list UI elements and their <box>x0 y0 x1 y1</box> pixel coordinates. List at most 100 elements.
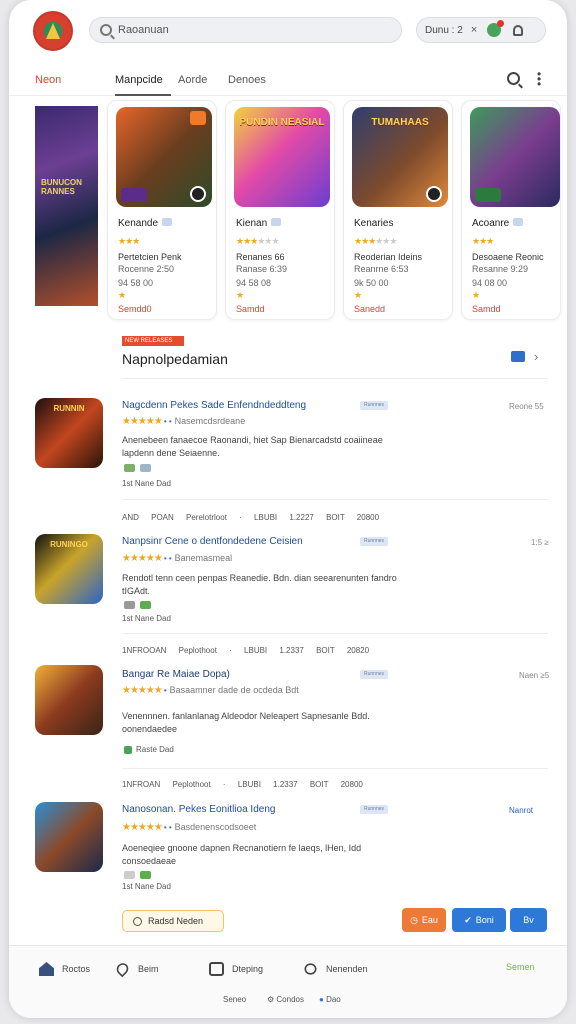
item-stars: ★★★★★ • • Nasemcdsrdeane <box>122 416 246 427</box>
item-right-label: Naen ≥5 <box>519 671 550 680</box>
nav-label: Roctos <box>62 964 91 974</box>
item-title[interactable]: Nanosonan. Pekes Eonitlioa Ideng <box>122 804 275 815</box>
avatar[interactable] <box>487 20 505 37</box>
more-icon[interactable]: • • • <box>537 68 541 90</box>
card-stars: ★★★★★★ <box>236 236 279 246</box>
card-line: 94 58 00 <box>118 278 154 288</box>
tab-aorde[interactable]: Aorde <box>178 74 207 86</box>
dot-icon: ● <box>319 995 327 1004</box>
card-star: ★ <box>472 290 481 300</box>
nav-favorites[interactable]: Beim <box>114 960 159 978</box>
game-card[interactable]: Kenande ★★★ Pertetcien Penk Rocenne 2:50… <box>107 100 217 320</box>
search-icon[interactable] <box>507 72 520 85</box>
item-stats: AND POAN Perelotrloot · LBUBI 1.2227 BOI… <box>122 513 380 522</box>
game-art <box>470 107 560 207</box>
nav-shop[interactable]: Dteping <box>209 962 263 976</box>
item-title[interactable]: Bangar Re Maiae Dopa) <box>122 669 230 680</box>
game-thumbnail[interactable] <box>35 665 103 735</box>
nav-label: Dteping <box>232 964 264 974</box>
art-title: PUNDIN NEASIAL <box>239 117 325 128</box>
game-art: TUMAHAAS <box>352 107 448 207</box>
home-icon <box>39 962 54 976</box>
tab-manpcide[interactable]: Manpcide <box>115 74 163 86</box>
item-icons <box>124 871 151 879</box>
card-stars: ★★★ <box>472 236 494 246</box>
card-line: Desoaene Reonic <box>472 252 544 262</box>
search-input[interactable] <box>118 24 378 36</box>
platform-icon <box>124 746 132 754</box>
blue-action-button[interactable]: ✔ Boni <box>452 908 506 932</box>
nav-home[interactable]: Roctos <box>39 962 90 976</box>
nav-label: Nenenden <box>326 964 368 974</box>
user-pill[interactable]: Dunu : 2 × <box>416 17 546 43</box>
item-meta: 1st Nane Dad <box>122 614 171 623</box>
footer-link[interactable]: Seneo <box>223 995 246 1004</box>
art-title: TUMAHAAS <box>371 117 429 128</box>
thumb-title: RUNNIN <box>53 404 85 413</box>
card-stars: ★★★ <box>118 236 140 246</box>
brand-tab[interactable]: Neon <box>35 74 61 86</box>
platform-icon <box>140 871 151 879</box>
app-logo[interactable] <box>33 11 73 51</box>
nav-label: Beim <box>138 964 159 974</box>
item-chip: Runnnes <box>360 401 388 410</box>
item-chip: Runnnes <box>360 670 388 679</box>
app-window: Dunu : 2 × Neon Manpcide Aorde Denoes ••… <box>9 0 567 1018</box>
footer-link[interactable]: ⚙ Condos <box>267 995 304 1004</box>
game-thumbnail[interactable]: RUNINGO <box>35 534 103 604</box>
card-price[interactable]: Samdd <box>236 304 265 314</box>
gear-icon: ⚙ <box>267 995 277 1004</box>
game-card[interactable]: Acoanre ★★★ Desoaene Reonic Resanne 9:29… <box>461 100 561 320</box>
read-more-button[interactable]: Radsd Neden <box>122 910 224 932</box>
card-line: Reoderian Ideins <box>354 252 423 262</box>
divider <box>122 633 548 634</box>
card-name: Kenaries <box>354 218 394 229</box>
platform-icon <box>140 601 151 609</box>
item-icons <box>124 746 132 754</box>
blue-secondary-button[interactable]: Bv <box>510 908 547 932</box>
game-thumbnail[interactable]: RUNNIN <box>35 398 103 468</box>
card-price[interactable]: Samdd <box>472 304 501 314</box>
nav-green-link[interactable]: Semen <box>506 962 535 972</box>
item-description: Anenebeen fanaecoe Raonandi, hiet Sap Bi… <box>122 435 383 458</box>
item-title[interactable]: Nagcdenn Pekes Sade Enfendndeddteng <box>122 400 306 411</box>
card-stars: ★★★★★★ <box>354 236 397 246</box>
game-thumbnail[interactable] <box>35 802 103 872</box>
item-chip: Runnnes <box>360 537 388 546</box>
bell-icon[interactable] <box>513 24 524 36</box>
item-title[interactable]: Nanpsinr Cene o dentfondedene Ceisien <box>122 536 303 547</box>
orange-action-button[interactable]: ◷ Eau <box>402 908 446 932</box>
item-stats: 1NFROAN Peplothoot · LBUBI 1.2337 BOIT 2… <box>122 780 363 789</box>
folder-icon[interactable] <box>511 351 525 362</box>
rating-icon <box>190 186 206 202</box>
item-stars: ★★★★★ • • Basdenenscodsoeet <box>122 822 257 833</box>
top-bar: Dunu : 2 × <box>9 0 567 62</box>
badge-icon <box>190 111 206 125</box>
tab-denoes[interactable]: Denoes <box>228 74 266 86</box>
button-label: Eau <box>421 915 438 925</box>
divider <box>122 378 548 379</box>
card-price[interactable]: Semdd0 <box>118 304 152 314</box>
platform-icon <box>124 601 135 609</box>
search-bar[interactable] <box>89 17 402 43</box>
card-line: 94 58 08 <box>236 278 272 288</box>
footer-link[interactable]: ● Dao <box>319 995 341 1004</box>
card-name: Kienan <box>236 218 282 229</box>
card-price[interactable]: Sanedd <box>354 304 385 314</box>
card-star: ★ <box>354 290 363 300</box>
close-icon[interactable]: × <box>471 24 477 36</box>
card-line: 9k 50 00 <box>354 278 389 288</box>
card-line: Rocenne 2:50 <box>118 264 175 274</box>
button-label: Boni <box>475 915 494 925</box>
chevron-right-icon[interactable]: › <box>534 349 538 364</box>
item-description: Aoeneqiee gnoone dapnen Recnanotiern fe … <box>122 843 362 866</box>
game-card[interactable]: TUMAHAAS Kenaries ★★★★★★ Reoderian Idein… <box>343 100 453 320</box>
divider <box>122 768 548 769</box>
game-card[interactable]: PUNDIN NEASIAL Kienan ★★★★★★ Renanes 66 … <box>225 100 335 320</box>
rating-icon <box>426 186 442 202</box>
card-line: Reanrne 6:53 <box>354 264 409 274</box>
item-right-label: Reone 55 <box>509 402 544 411</box>
featured-banner[interactable]: BUNUCON RANNES <box>35 106 98 306</box>
item-right-label[interactable]: Nanrot <box>509 806 533 815</box>
nav-chat[interactable]: Nenenden <box>303 962 368 976</box>
